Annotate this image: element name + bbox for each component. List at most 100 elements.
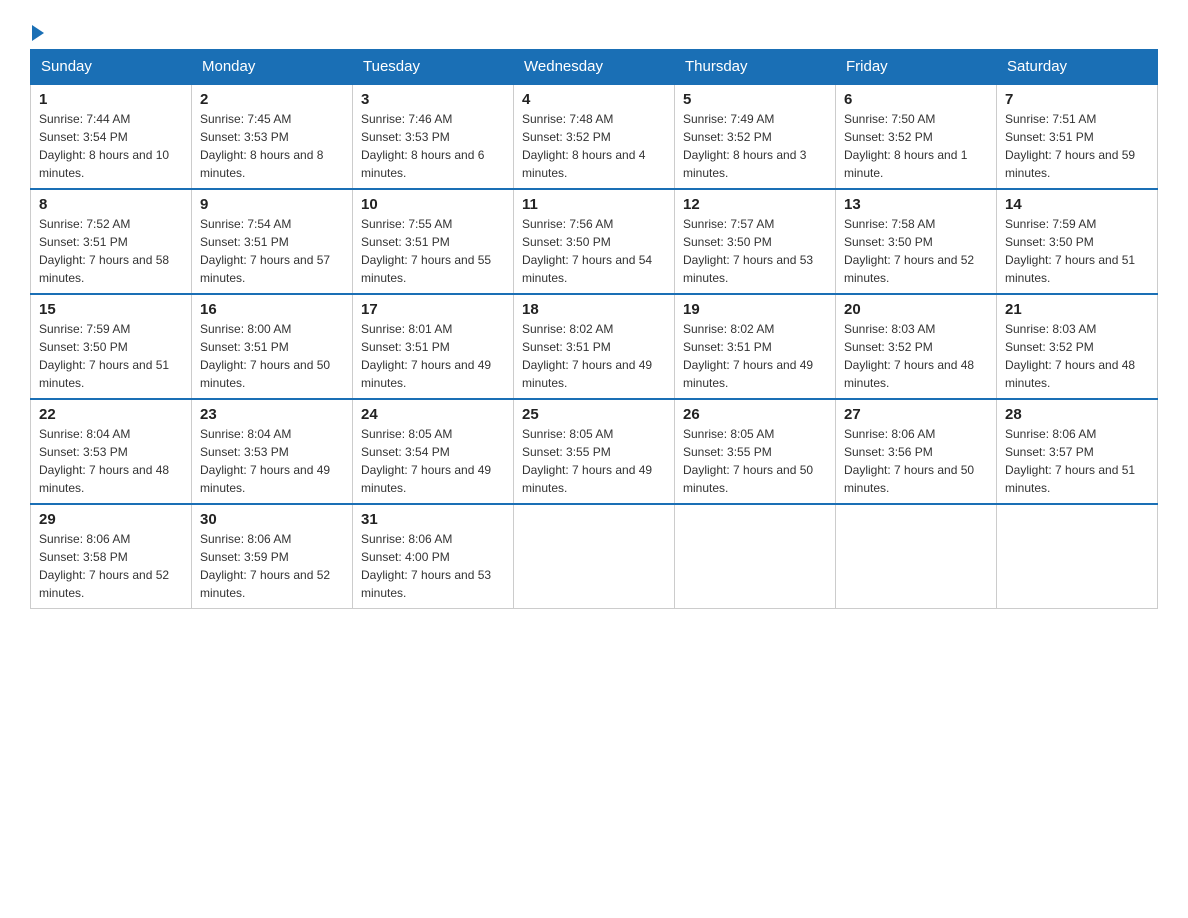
day-info: Sunrise: 8:00 AM Sunset: 3:51 PM Dayligh… — [200, 320, 344, 392]
day-number: 28 — [1005, 406, 1149, 423]
day-info: Sunrise: 8:04 AM Sunset: 3:53 PM Dayligh… — [200, 425, 344, 497]
day-number: 6 — [844, 91, 988, 108]
day-info: Sunrise: 7:52 AM Sunset: 3:51 PM Dayligh… — [39, 215, 183, 287]
header-saturday: Saturday — [997, 50, 1158, 85]
day-number: 21 — [1005, 301, 1149, 318]
day-info: Sunrise: 7:57 AM Sunset: 3:50 PM Dayligh… — [683, 215, 827, 287]
table-row: 19 Sunrise: 8:02 AM Sunset: 3:51 PM Dayl… — [675, 294, 836, 399]
day-info: Sunrise: 7:48 AM Sunset: 3:52 PM Dayligh… — [522, 110, 666, 182]
header-wednesday: Wednesday — [514, 50, 675, 85]
day-number: 30 — [200, 511, 344, 528]
day-number: 26 — [683, 406, 827, 423]
calendar-week-2: 8 Sunrise: 7:52 AM Sunset: 3:51 PM Dayli… — [31, 189, 1158, 294]
table-row — [836, 504, 997, 609]
calendar-week-3: 15 Sunrise: 7:59 AM Sunset: 3:50 PM Dayl… — [31, 294, 1158, 399]
day-info: Sunrise: 7:59 AM Sunset: 3:50 PM Dayligh… — [39, 320, 183, 392]
day-number: 16 — [200, 301, 344, 318]
day-info: Sunrise: 7:59 AM Sunset: 3:50 PM Dayligh… — [1005, 215, 1149, 287]
table-row: 12 Sunrise: 7:57 AM Sunset: 3:50 PM Dayl… — [675, 189, 836, 294]
day-info: Sunrise: 8:05 AM Sunset: 3:54 PM Dayligh… — [361, 425, 505, 497]
table-row: 31 Sunrise: 8:06 AM Sunset: 4:00 PM Dayl… — [353, 504, 514, 609]
day-info: Sunrise: 8:06 AM Sunset: 4:00 PM Dayligh… — [361, 530, 505, 602]
day-number: 19 — [683, 301, 827, 318]
day-info: Sunrise: 7:54 AM Sunset: 3:51 PM Dayligh… — [200, 215, 344, 287]
table-row: 8 Sunrise: 7:52 AM Sunset: 3:51 PM Dayli… — [31, 189, 192, 294]
table-row: 5 Sunrise: 7:49 AM Sunset: 3:52 PM Dayli… — [675, 84, 836, 189]
table-row: 14 Sunrise: 7:59 AM Sunset: 3:50 PM Dayl… — [997, 189, 1158, 294]
day-number: 20 — [844, 301, 988, 318]
day-info: Sunrise: 7:56 AM Sunset: 3:50 PM Dayligh… — [522, 215, 666, 287]
day-number: 11 — [522, 196, 666, 213]
day-info: Sunrise: 8:03 AM Sunset: 3:52 PM Dayligh… — [844, 320, 988, 392]
table-row: 28 Sunrise: 8:06 AM Sunset: 3:57 PM Dayl… — [997, 399, 1158, 504]
header-tuesday: Tuesday — [353, 50, 514, 85]
day-info: Sunrise: 8:02 AM Sunset: 3:51 PM Dayligh… — [522, 320, 666, 392]
day-info: Sunrise: 7:44 AM Sunset: 3:54 PM Dayligh… — [39, 110, 183, 182]
day-number: 22 — [39, 406, 183, 423]
table-row — [514, 504, 675, 609]
table-row: 26 Sunrise: 8:05 AM Sunset: 3:55 PM Dayl… — [675, 399, 836, 504]
day-number: 7 — [1005, 91, 1149, 108]
day-info: Sunrise: 8:01 AM Sunset: 3:51 PM Dayligh… — [361, 320, 505, 392]
table-row: 11 Sunrise: 7:56 AM Sunset: 3:50 PM Dayl… — [514, 189, 675, 294]
day-number: 18 — [522, 301, 666, 318]
table-row — [675, 504, 836, 609]
day-number: 5 — [683, 91, 827, 108]
day-info: Sunrise: 8:05 AM Sunset: 3:55 PM Dayligh… — [522, 425, 666, 497]
table-row: 9 Sunrise: 7:54 AM Sunset: 3:51 PM Dayli… — [192, 189, 353, 294]
day-info: Sunrise: 8:06 AM Sunset: 3:59 PM Dayligh… — [200, 530, 344, 602]
table-row: 29 Sunrise: 8:06 AM Sunset: 3:58 PM Dayl… — [31, 504, 192, 609]
calendar-week-5: 29 Sunrise: 8:06 AM Sunset: 3:58 PM Dayl… — [31, 504, 1158, 609]
day-info: Sunrise: 8:03 AM Sunset: 3:52 PM Dayligh… — [1005, 320, 1149, 392]
day-number: 8 — [39, 196, 183, 213]
table-row: 3 Sunrise: 7:46 AM Sunset: 3:53 PM Dayli… — [353, 84, 514, 189]
table-row: 13 Sunrise: 7:58 AM Sunset: 3:50 PM Dayl… — [836, 189, 997, 294]
logo-blue-part — [30, 25, 44, 39]
calendar-week-4: 22 Sunrise: 8:04 AM Sunset: 3:53 PM Dayl… — [31, 399, 1158, 504]
table-row: 27 Sunrise: 8:06 AM Sunset: 3:56 PM Dayl… — [836, 399, 997, 504]
day-number: 29 — [39, 511, 183, 528]
day-number: 27 — [844, 406, 988, 423]
day-number: 24 — [361, 406, 505, 423]
table-row: 18 Sunrise: 8:02 AM Sunset: 3:51 PM Dayl… — [514, 294, 675, 399]
header-monday: Monday — [192, 50, 353, 85]
day-info: Sunrise: 8:06 AM Sunset: 3:58 PM Dayligh… — [39, 530, 183, 602]
table-row: 4 Sunrise: 7:48 AM Sunset: 3:52 PM Dayli… — [514, 84, 675, 189]
table-row: 2 Sunrise: 7:45 AM Sunset: 3:53 PM Dayli… — [192, 84, 353, 189]
day-number: 12 — [683, 196, 827, 213]
table-row: 16 Sunrise: 8:00 AM Sunset: 3:51 PM Dayl… — [192, 294, 353, 399]
header-friday: Friday — [836, 50, 997, 85]
header-thursday: Thursday — [675, 50, 836, 85]
day-number: 2 — [200, 91, 344, 108]
day-number: 13 — [844, 196, 988, 213]
table-row: 15 Sunrise: 7:59 AM Sunset: 3:50 PM Dayl… — [31, 294, 192, 399]
day-info: Sunrise: 7:58 AM Sunset: 3:50 PM Dayligh… — [844, 215, 988, 287]
logo — [30, 20, 44, 39]
day-info: Sunrise: 7:55 AM Sunset: 3:51 PM Dayligh… — [361, 215, 505, 287]
day-number: 23 — [200, 406, 344, 423]
day-number: 15 — [39, 301, 183, 318]
header-sunday: Sunday — [31, 50, 192, 85]
table-row: 23 Sunrise: 8:04 AM Sunset: 3:53 PM Dayl… — [192, 399, 353, 504]
day-number: 3 — [361, 91, 505, 108]
day-info: Sunrise: 7:50 AM Sunset: 3:52 PM Dayligh… — [844, 110, 988, 182]
table-row: 25 Sunrise: 8:05 AM Sunset: 3:55 PM Dayl… — [514, 399, 675, 504]
day-number: 31 — [361, 511, 505, 528]
day-info: Sunrise: 7:49 AM Sunset: 3:52 PM Dayligh… — [683, 110, 827, 182]
day-number: 4 — [522, 91, 666, 108]
table-row: 1 Sunrise: 7:44 AM Sunset: 3:54 PM Dayli… — [31, 84, 192, 189]
day-number: 10 — [361, 196, 505, 213]
day-info: Sunrise: 8:06 AM Sunset: 3:57 PM Dayligh… — [1005, 425, 1149, 497]
day-number: 9 — [200, 196, 344, 213]
day-info: Sunrise: 7:46 AM Sunset: 3:53 PM Dayligh… — [361, 110, 505, 182]
table-row: 24 Sunrise: 8:05 AM Sunset: 3:54 PM Dayl… — [353, 399, 514, 504]
table-row: 21 Sunrise: 8:03 AM Sunset: 3:52 PM Dayl… — [997, 294, 1158, 399]
logo-arrow-icon — [32, 25, 44, 41]
calendar-header-row: Sunday Monday Tuesday Wednesday Thursday… — [31, 50, 1158, 85]
table-row: 6 Sunrise: 7:50 AM Sunset: 3:52 PM Dayli… — [836, 84, 997, 189]
day-info: Sunrise: 8:04 AM Sunset: 3:53 PM Dayligh… — [39, 425, 183, 497]
calendar-week-1: 1 Sunrise: 7:44 AM Sunset: 3:54 PM Dayli… — [31, 84, 1158, 189]
day-info: Sunrise: 7:51 AM Sunset: 3:51 PM Dayligh… — [1005, 110, 1149, 182]
day-info: Sunrise: 8:06 AM Sunset: 3:56 PM Dayligh… — [844, 425, 988, 497]
table-row: 7 Sunrise: 7:51 AM Sunset: 3:51 PM Dayli… — [997, 84, 1158, 189]
